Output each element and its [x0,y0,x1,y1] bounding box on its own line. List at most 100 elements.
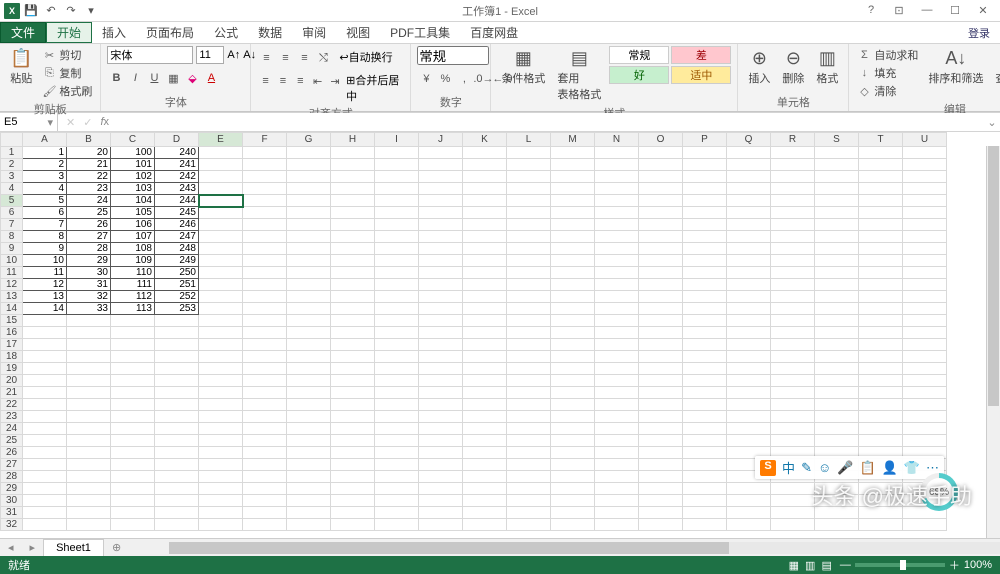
percent-icon[interactable]: % [436,70,454,88]
cell-P31[interactable] [683,507,727,519]
cell-D6[interactable]: 245 [155,207,199,219]
cell-F1[interactable] [243,147,287,159]
name-box[interactable]: E5▾ [0,113,58,131]
cell-M24[interactable] [551,423,595,435]
cell-D25[interactable] [155,435,199,447]
cell-D13[interactable]: 252 [155,291,199,303]
col-header-T[interactable]: T [859,133,903,147]
col-header-I[interactable]: I [375,133,419,147]
cell-U32[interactable] [903,519,947,531]
cell-C13[interactable]: 112 [111,291,155,303]
cell-G28[interactable] [287,471,331,483]
row-header-29[interactable]: 29 [1,483,23,495]
cell-F12[interactable] [243,279,287,291]
cell-T16[interactable] [859,327,903,339]
cell-M16[interactable] [551,327,595,339]
cell-L32[interactable] [507,519,551,531]
cell-U23[interactable] [903,411,947,423]
cell-R18[interactable] [771,351,815,363]
cell-G23[interactable] [287,411,331,423]
cell-D19[interactable] [155,363,199,375]
cell-E2[interactable] [199,159,243,171]
cell-Q2[interactable] [727,159,771,171]
wrap-text-button[interactable]: ↩自动换行 [339,49,392,67]
row-header-6[interactable]: 6 [1,207,23,219]
minimize-icon[interactable]: ― [916,4,938,17]
cell-S29[interactable] [815,483,859,495]
cell-H15[interactable] [331,315,375,327]
cell-U17[interactable] [903,339,947,351]
cell-E28[interactable] [199,471,243,483]
cell-Q31[interactable] [727,507,771,519]
tab-数据[interactable]: 数据 [248,22,292,43]
cell-K5[interactable] [463,195,507,207]
format-painter-button[interactable]: 🖌格式刷 [40,82,94,100]
cell-L20[interactable] [507,375,551,387]
cell-L15[interactable] [507,315,551,327]
cell-Q19[interactable] [727,363,771,375]
cell-C31[interactable] [111,507,155,519]
cell-O24[interactable] [639,423,683,435]
cell-D5[interactable]: 244 [155,195,199,207]
cell-N19[interactable] [595,363,639,375]
row-header-7[interactable]: 7 [1,219,23,231]
cell-F26[interactable] [243,447,287,459]
col-header-K[interactable]: K [463,133,507,147]
cell-O27[interactable] [639,459,683,471]
cell-S1[interactable] [815,147,859,159]
cell-P15[interactable] [683,315,727,327]
cell-G19[interactable] [287,363,331,375]
cell-G10[interactable] [287,255,331,267]
cell-L22[interactable] [507,399,551,411]
cell-R11[interactable] [771,267,815,279]
col-header-F[interactable]: F [243,133,287,147]
cell-L13[interactable] [507,291,551,303]
cell-F8[interactable] [243,231,287,243]
row-header-10[interactable]: 10 [1,255,23,267]
indent-dec-icon[interactable]: ⇤ [309,72,325,90]
cell-U15[interactable] [903,315,947,327]
cell-Q29[interactable] [727,483,771,495]
cell-N32[interactable] [595,519,639,531]
cell-G12[interactable] [287,279,331,291]
cell-S13[interactable] [815,291,859,303]
cell-C11[interactable]: 110 [111,267,155,279]
cell-M5[interactable] [551,195,595,207]
cell-K1[interactable] [463,147,507,159]
cell-G2[interactable] [287,159,331,171]
cell-H30[interactable] [331,495,375,507]
cell-S5[interactable] [815,195,859,207]
cell-R7[interactable] [771,219,815,231]
cell-H27[interactable] [331,459,375,471]
cell-F30[interactable] [243,495,287,507]
cancel-fx-icon[interactable]: ✕ [66,116,75,129]
cell-E9[interactable] [199,243,243,255]
cell-H21[interactable] [331,387,375,399]
view-page-icon[interactable]: ▥ [805,559,815,572]
cell-E8[interactable] [199,231,243,243]
style-bad[interactable]: 差 [671,46,731,64]
formula-input[interactable] [117,113,984,131]
cell-M29[interactable] [551,483,595,495]
cell-I1[interactable] [375,147,419,159]
cell-L25[interactable] [507,435,551,447]
cell-P25[interactable] [683,435,727,447]
cell-O2[interactable] [639,159,683,171]
cell-H7[interactable] [331,219,375,231]
tab-百度网盘[interactable]: 百度网盘 [460,22,528,43]
cell-T2[interactable] [859,159,903,171]
cell-B19[interactable] [67,363,111,375]
cell-P27[interactable] [683,459,727,471]
cell-E18[interactable] [199,351,243,363]
cell-M6[interactable] [551,207,595,219]
select-all-corner[interactable] [1,133,23,147]
cell-S31[interactable] [815,507,859,519]
cell-A17[interactable] [23,339,67,351]
cell-N15[interactable] [595,315,639,327]
cell-J12[interactable] [419,279,463,291]
cell-L8[interactable] [507,231,551,243]
row-header-16[interactable]: 16 [1,327,23,339]
col-header-B[interactable]: B [67,133,111,147]
cell-L29[interactable] [507,483,551,495]
cell-F24[interactable] [243,423,287,435]
